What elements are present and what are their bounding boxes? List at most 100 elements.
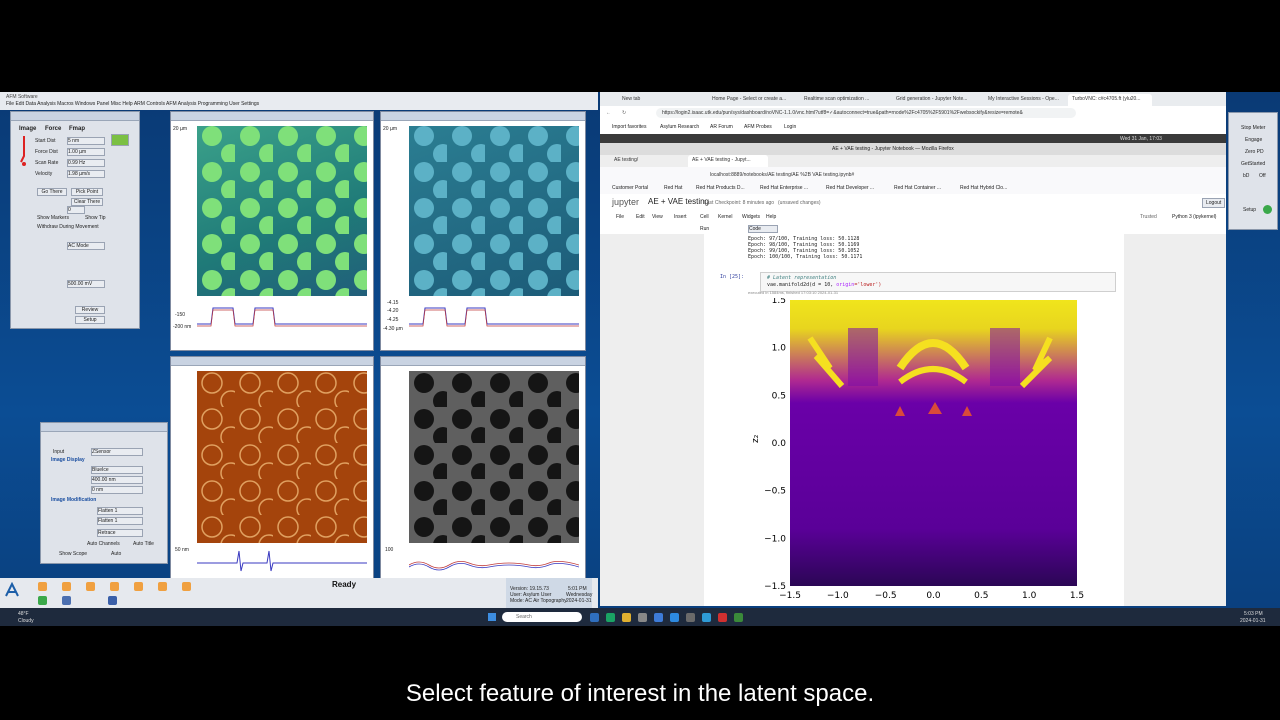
stop-meter-button[interactable]: Stop Meter [1241,125,1265,131]
phase-image[interactable] [197,371,367,543]
engage-button[interactable]: Engage [1245,137,1262,143]
bookmark[interactable]: Customer Portal [612,185,648,191]
browser-tab[interactable]: New tab [618,94,706,106]
zero-pd-button[interactable]: Zero PD [1245,149,1264,155]
menu-help[interactable]: Help [766,214,776,220]
menu-kernel[interactable]: Kernel [718,214,732,220]
bookmark[interactable]: Login [784,124,796,130]
taskbar-app-icon[interactable] [590,613,599,622]
notebook-title[interactable]: AE + VAE testing [648,197,709,206]
auto-check[interactable]: Auto [111,551,121,557]
show-markers-check[interactable]: Show Markers [37,215,69,221]
browser-tab[interactable]: My Interactive Sessions - Ope... [984,94,1066,106]
off-label[interactable]: Off [1259,173,1266,179]
url-input[interactable]: https://login2.isaac.utk.edu/pun/sys/das… [656,108,1076,118]
review-button[interactable]: Review [75,306,105,314]
pick-point-button[interactable]: Pick Point [71,188,103,196]
browser-tab-active[interactable]: TurboVNC: c#c4705.ft (ylu20... [1068,94,1152,106]
toolbar-icon[interactable] [62,582,71,591]
data-offset-input[interactable]: 0 nm [91,486,143,494]
help-icon[interactable] [1263,205,1272,214]
bookmark[interactable]: Red Hat Products D... [696,185,745,191]
real-time-select[interactable]: Flatten 1 [97,507,143,515]
menu-file[interactable]: File [616,214,624,220]
back-icon[interactable]: ← [606,110,611,116]
bookmark[interactable]: Import favorites [612,124,646,130]
firefox-tab[interactable]: AE testing/ [610,155,680,167]
withdraw-check[interactable]: Withdraw During Movement [37,224,99,230]
trusted-badge[interactable]: Trusted [1140,214,1157,220]
taskbar-app-icon[interactable] [670,613,679,622]
menu-view[interactable]: View [652,214,663,220]
height-image[interactable] [197,126,367,296]
taskbar-app-icon[interactable] [734,613,743,622]
taskbar-app-icon[interactable] [654,613,663,622]
toolbar-icon[interactable] [182,582,191,591]
window-icon[interactable] [108,596,117,605]
logout-button[interactable]: Logout [1202,198,1226,208]
bookmark[interactable]: Red Hat Enterprise ... [760,185,808,191]
taskbar-app-icon[interactable] [718,613,727,622]
celltype-select[interactable]: Code [748,225,778,233]
firefox-tab-active[interactable]: AE + VAE testing - Jupyt... [688,155,768,167]
tab-fmap[interactable]: Fmap [69,126,85,132]
zoom-icon[interactable] [62,596,71,605]
trigger-point-input[interactable]: 500.00 mV [67,280,105,288]
channel-input-select[interactable]: ZSensor [91,448,143,456]
start-dist-input[interactable]: 5 nm [67,137,105,145]
menu-edit[interactable]: Edit [636,214,645,220]
go-button[interactable] [111,134,129,146]
scan-rate-input[interactable]: 0.99 Hz [67,159,105,167]
colormap-select[interactable]: BlueIce [91,466,143,474]
force-dist-input[interactable]: 1.00 µm [67,148,105,156]
browser-tab[interactable]: Realtime scan optimization ... [800,94,890,106]
go-there-button[interactable]: Go There [37,188,67,196]
afm-menu-items[interactable]: File Edit Data Analysis Macros Windows P… [6,101,259,107]
velocity-input[interactable]: 1.98 µm/s [67,170,105,178]
taskbar-app-icon[interactable] [702,613,711,622]
firefox-url[interactable]: localhost:8889/notebooks/AE testing/AE %… [710,172,854,178]
imaging-mode-select[interactable]: AC Mode [67,242,105,250]
windows-start-icon[interactable] [488,613,496,621]
setup-button[interactable]: Setup [75,316,105,324]
saved-select[interactable]: Flatten 1 [97,517,143,525]
menu-widgets[interactable]: Widgets [742,214,760,220]
tab-image[interactable]: Image [19,126,36,132]
taskbar-app-icon[interactable] [638,613,647,622]
taskbar-app-icon[interactable] [606,613,615,622]
show-tip-check[interactable]: Show Tip [85,215,106,221]
noise-image[interactable] [409,371,579,543]
bookmark[interactable]: Asylum Research [660,124,699,130]
bookmark[interactable]: AR Forum [710,124,733,130]
run-button[interactable]: Run [700,226,709,232]
code-cell[interactable]: # Latent representation vae.manifold2d(d… [760,272,1116,292]
show-scope-check[interactable]: Show Scope [59,551,87,557]
toolbar-icon[interactable] [158,582,167,591]
clear-there-button[interactable]: Clear There [71,198,103,206]
bookmark[interactable]: Red Hat Developer ... [826,185,874,191]
menu-cell[interactable]: Cell [700,214,709,220]
taskbar-app-icon[interactable] [686,613,695,622]
auto-title-check[interactable]: Auto Title [133,541,154,547]
toolbar-icon[interactable] [86,582,95,591]
latent-manifold-chart[interactable]: −1.5 −1.0 −0.5 0.0 0.5 1.0 1.5 1.5 1.0 0.5 0.0 −0.5… [750,296,1090,604]
data-scale-input[interactable]: 400.00 nm [91,476,143,484]
bookmark[interactable]: Red Hat Hybrid Clo... [960,185,1007,191]
setup-button[interactable]: Setup [1243,207,1256,213]
toolbar-icon[interactable] [110,582,119,591]
spot-number-input[interactable]: 0 [67,206,85,214]
toolbar-icon[interactable] [38,582,47,591]
menu-insert[interactable]: Insert [674,214,687,220]
bookmark[interactable]: Red Hat Container ... [894,185,941,191]
bookmark[interactable]: AFM Probes [744,124,772,130]
reload-icon[interactable]: ↻ [622,110,626,116]
capture-display-select[interactable]: Retrace [97,529,143,537]
toolbar-icon[interactable] [134,582,143,591]
auto-channels-check[interactable]: Auto Channels [87,541,120,547]
bookmark[interactable]: Red Hat [664,185,682,191]
taskbar-search[interactable]: Search [502,612,582,622]
tab-force[interactable]: Force [45,126,61,132]
jupyter-logo[interactable]: jupyter [612,197,639,207]
help-icon[interactable] [38,596,47,605]
browser-tab[interactable]: Home Page - Select or create a... [708,94,798,106]
